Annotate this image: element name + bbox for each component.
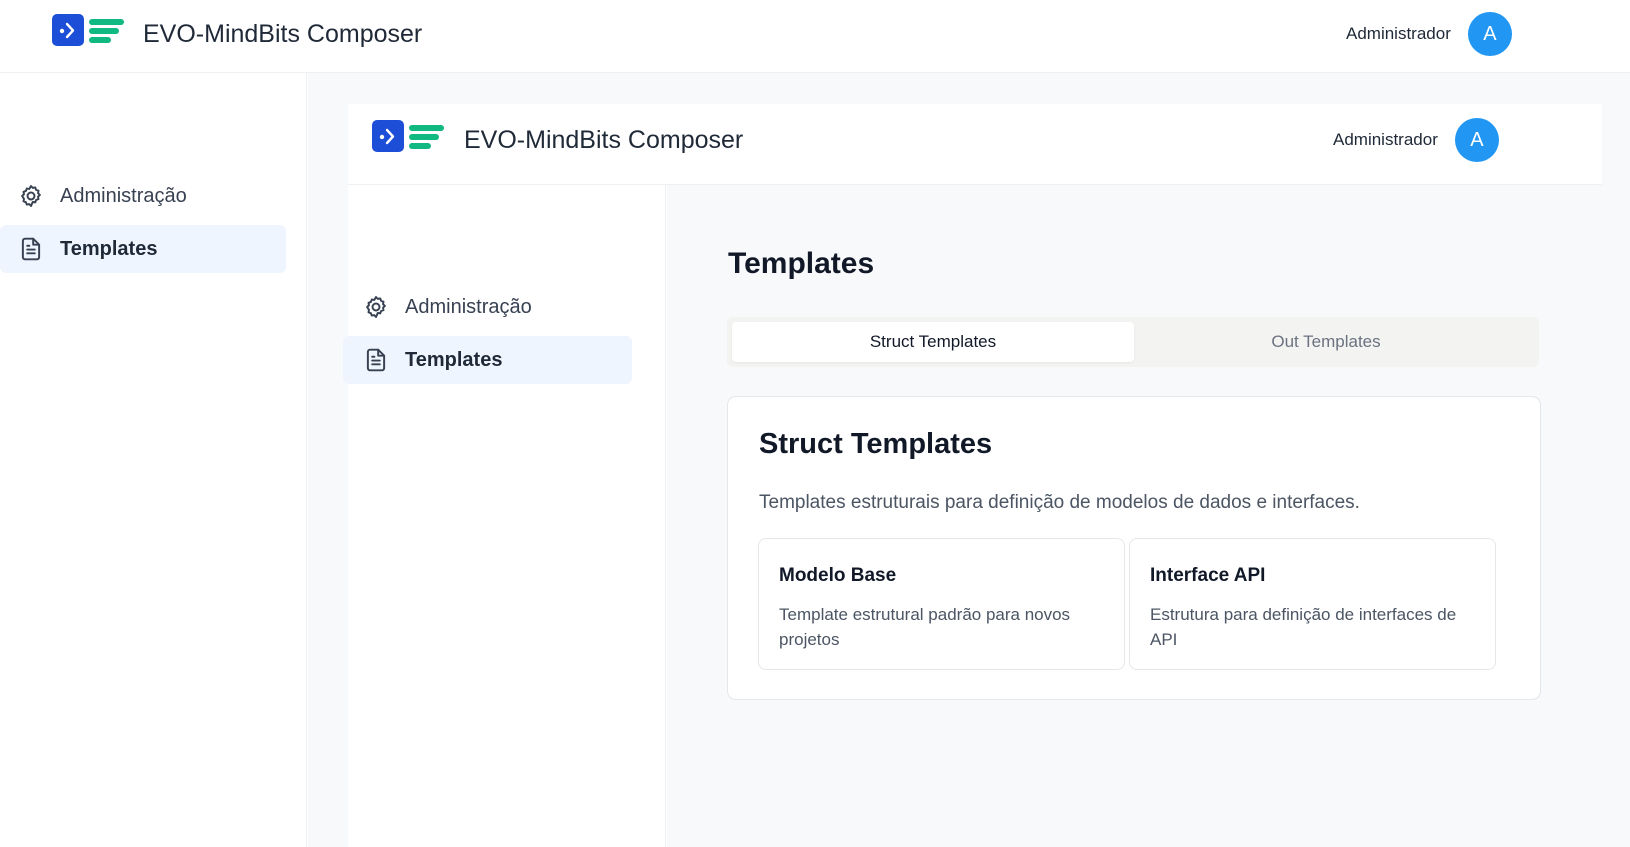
sidebar: Administração Templates — [343, 185, 666, 847]
user-menu[interactable]: Administrador A — [1346, 12, 1512, 56]
page-title: Templates — [728, 247, 875, 280]
sidebar-item-label: Administração — [405, 295, 532, 318]
main-content: Templates Struct Templates Out Templates… — [667, 185, 1602, 847]
sidebar-item-templates[interactable]: Templates — [0, 225, 286, 273]
app-logo[interactable] — [372, 120, 445, 152]
template-description: Estrutura para definição de interfaces d… — [1150, 605, 1457, 649]
template-name: Modelo Base — [779, 565, 897, 586]
sidebar-item-label: Administração — [60, 184, 187, 207]
gear-icon — [17, 182, 45, 210]
logo-lines-icon — [409, 121, 445, 151]
card-description: Templates estruturais para definição de … — [759, 492, 1360, 513]
sidebar-item-administracao[interactable]: Administração — [343, 283, 632, 331]
app-title: EVO-MindBits Composer — [464, 126, 744, 154]
template-card-interface-api[interactable]: Interface API Estrutura para definição d… — [1129, 538, 1496, 670]
embedded-app-frame: EVO-MindBits Composer Administrador A Ad… — [343, 104, 1602, 847]
template-name: Interface API — [1150, 565, 1266, 586]
sidebar-item-administracao[interactable]: Administração — [0, 172, 286, 220]
user-name: Administrador — [1346, 24, 1451, 43]
avatar[interactable]: A — [1454, 118, 1499, 162]
document-icon — [362, 346, 390, 374]
user-menu[interactable]: Administrador A — [1333, 118, 1499, 162]
app-header: EVO-MindBits Composer Administrador A — [348, 104, 1602, 185]
document-icon — [17, 235, 45, 263]
sidebar: Administração Templates — [0, 73, 307, 847]
user-name: Administrador — [1333, 130, 1438, 149]
sidebar-item-label: Templates — [405, 348, 503, 371]
app-header: EVO-MindBits Composer Administrador A — [0, 0, 1630, 73]
sidebar-item-templates[interactable]: Templates — [343, 336, 632, 384]
card-title: Struct Templates — [759, 428, 993, 460]
terminal-prompt-icon — [372, 120, 404, 152]
logo-lines-icon — [89, 15, 125, 45]
app-title: EVO-MindBits Composer — [143, 20, 423, 48]
app-logo[interactable] — [52, 14, 125, 46]
template-card-modelo-base[interactable]: Modelo Base Template estrutural padrão p… — [758, 538, 1125, 670]
avatar[interactable]: A — [1467, 12, 1512, 56]
struct-templates-card: Struct Templates Templates estruturais p… — [727, 396, 1541, 700]
tab-out-templates[interactable]: Out Templates — [1125, 322, 1527, 362]
gear-icon — [362, 293, 390, 321]
sidebar-item-label: Templates — [60, 237, 158, 260]
tab-bar: Struct Templates Out Templates — [727, 317, 1539, 367]
template-description: Template estrutural padrão para novos pr… — [779, 605, 1071, 649]
tab-struct-templates[interactable]: Struct Templates — [732, 322, 1134, 362]
terminal-prompt-icon — [52, 14, 84, 46]
